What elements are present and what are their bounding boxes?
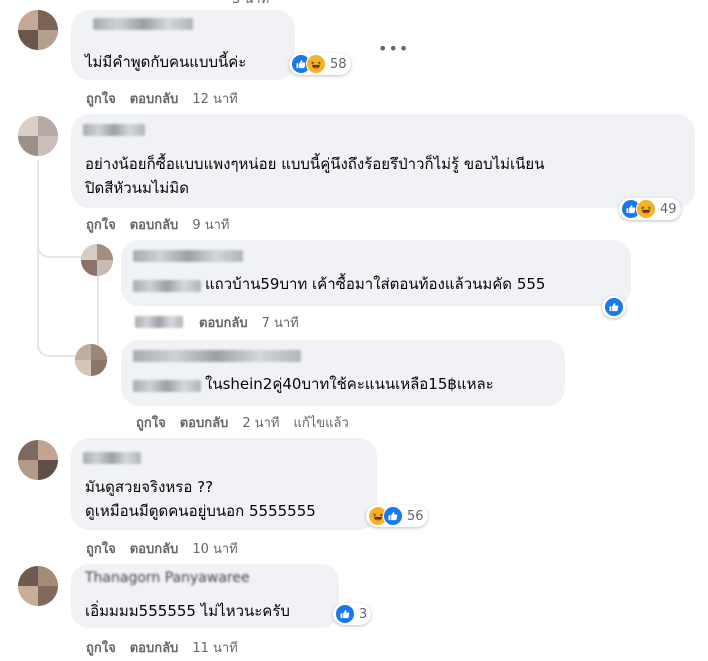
reply-button[interactable]: ตอบกลับ bbox=[130, 542, 179, 557]
comment-actions: ถูกใจ ตอบกลับ 9 นาที bbox=[86, 214, 243, 235]
reaction-summary[interactable] bbox=[602, 296, 626, 318]
comment-text: อย่างน้อยก็ซื้อแบบแพงๆหน่อย แบบนี้คู่นึง… bbox=[85, 155, 545, 173]
comment-bubble: Thanagorn Panyawaree เอิ่มมมม555555 ไม่ไ… bbox=[71, 564, 339, 628]
comment-actions: ถูกใจ ตอบกลับ 10 นาที bbox=[86, 538, 252, 559]
timestamp[interactable]: 10 นาที bbox=[192, 542, 237, 557]
author-name-blurred[interactable] bbox=[83, 452, 141, 464]
timestamp[interactable]: 9 นาที bbox=[192, 218, 229, 233]
avatar[interactable] bbox=[18, 116, 58, 156]
author-name-partial[interactable]: Thanagorn Panyawaree bbox=[85, 570, 250, 586]
reaction-summary[interactable]: 3 bbox=[333, 603, 372, 625]
author-name-blurred[interactable] bbox=[83, 124, 145, 136]
reply-button[interactable]: ตอบกลับ bbox=[130, 641, 179, 656]
comment-actions: ถูกใจ ตอบกลับ 11 นาที bbox=[86, 637, 252, 658]
thread-line bbox=[37, 160, 39, 350]
haha-icon bbox=[306, 54, 326, 74]
like-button-blurred[interactable] bbox=[135, 316, 183, 328]
thread-connector bbox=[37, 236, 81, 258]
like-icon bbox=[604, 297, 624, 317]
more-options-icon[interactable]: ••• bbox=[378, 39, 409, 58]
edited-label[interactable]: แก้ไขแล้ว bbox=[293, 416, 348, 431]
author-name-blurred[interactable] bbox=[133, 250, 243, 262]
like-button[interactable]: ถูกใจ bbox=[86, 218, 116, 233]
timestamp[interactable]: 12 นาที bbox=[192, 92, 237, 107]
reaction-count: 49 bbox=[660, 201, 677, 217]
reply-bubble: แถวบ้าน59บาท เค้าซื้อมาใส่ตอนท้องแล้วนมค… bbox=[121, 240, 631, 306]
avatar[interactable] bbox=[18, 440, 58, 480]
reaction-summary[interactable]: 58 bbox=[289, 53, 351, 75]
haha-icon bbox=[636, 199, 656, 219]
avatar[interactable] bbox=[18, 566, 58, 606]
thread-connector bbox=[37, 330, 75, 357]
avatar[interactable] bbox=[18, 10, 58, 50]
comment-text: ในshein2คู่40บาทใช้คะแนนเหลือ15฿แหละ bbox=[205, 375, 494, 393]
reply-button[interactable]: ตอบกลับ bbox=[199, 316, 248, 331]
comment-text: ดูเหมือนมีตูดคนอยู่บนอก 5555555 bbox=[85, 502, 316, 520]
timestamp[interactable]: 7 นาที bbox=[262, 316, 299, 331]
like-icon bbox=[383, 506, 403, 526]
author-name-blurred[interactable] bbox=[133, 350, 301, 362]
comment-actions: ถูกใจ ตอบกลับ 12 นาที bbox=[86, 88, 252, 109]
reaction-summary[interactable]: 49 bbox=[619, 198, 681, 220]
comment-text: เอิ่มมมม555555 ไม่ไหวนะครับ bbox=[85, 602, 290, 620]
comment-bubble: มันดูสวยจริงหรอ ?? ดูเหมือนมีตูดคนอยู่บน… bbox=[71, 438, 377, 530]
comment-text: แถวบ้าน59บาท เค้าซื้อมาใส่ตอนท้องแล้วนมค… bbox=[205, 275, 546, 293]
comment-text: ไม่มีคำพูดกับคนแบบนี้ค่ะ bbox=[85, 53, 247, 71]
reply-bubble: ในshein2คู่40บาทใช้คะแนนเหลือ15฿แหละ bbox=[121, 340, 565, 406]
author-name-blurred bbox=[133, 280, 201, 292]
avatar[interactable] bbox=[75, 344, 107, 376]
reply-button[interactable]: ตอบกลับ bbox=[180, 416, 229, 431]
like-button[interactable]: ถูกใจ bbox=[86, 641, 116, 656]
timestamp[interactable]: 2 นาที bbox=[242, 416, 279, 431]
author-name-blurred bbox=[133, 380, 201, 392]
reaction-count: 58 bbox=[330, 56, 347, 72]
like-icon bbox=[335, 604, 355, 624]
reply-button[interactable]: ตอบกลับ bbox=[130, 218, 179, 233]
timestamp[interactable]: 11 นาที bbox=[192, 641, 237, 656]
reply-button[interactable]: ตอบกลับ bbox=[130, 92, 179, 107]
author-name-blurred[interactable] bbox=[93, 18, 193, 30]
comment-bubble: ไม่มีคำพูดกับคนแบบนี้ค่ะ bbox=[71, 10, 295, 80]
reaction-count: 56 bbox=[407, 508, 424, 524]
reaction-summary[interactable]: 56 bbox=[366, 505, 428, 527]
comment-text: มันดูสวยจริงหรอ ?? bbox=[85, 478, 214, 496]
like-button[interactable]: ถูกใจ bbox=[136, 416, 166, 431]
avatar[interactable] bbox=[81, 244, 113, 276]
comment-actions: ตอบกลับ 7 นาที bbox=[199, 312, 313, 333]
top-partial-time: 3 นาที bbox=[232, 0, 269, 9]
comment-text: ปิดสีหัวนมไม่มิด bbox=[85, 179, 189, 197]
comment-actions: ถูกใจ ตอบกลับ 2 นาที แก้ไขแล้ว bbox=[136, 412, 363, 433]
like-button[interactable]: ถูกใจ bbox=[86, 542, 116, 557]
like-button[interactable]: ถูกใจ bbox=[86, 92, 116, 107]
comment-bubble: อย่างน้อยก็ซื้อแบบแพงๆหน่อย แบบนี้คู่นึง… bbox=[71, 114, 695, 208]
reaction-count: 3 bbox=[359, 606, 368, 622]
